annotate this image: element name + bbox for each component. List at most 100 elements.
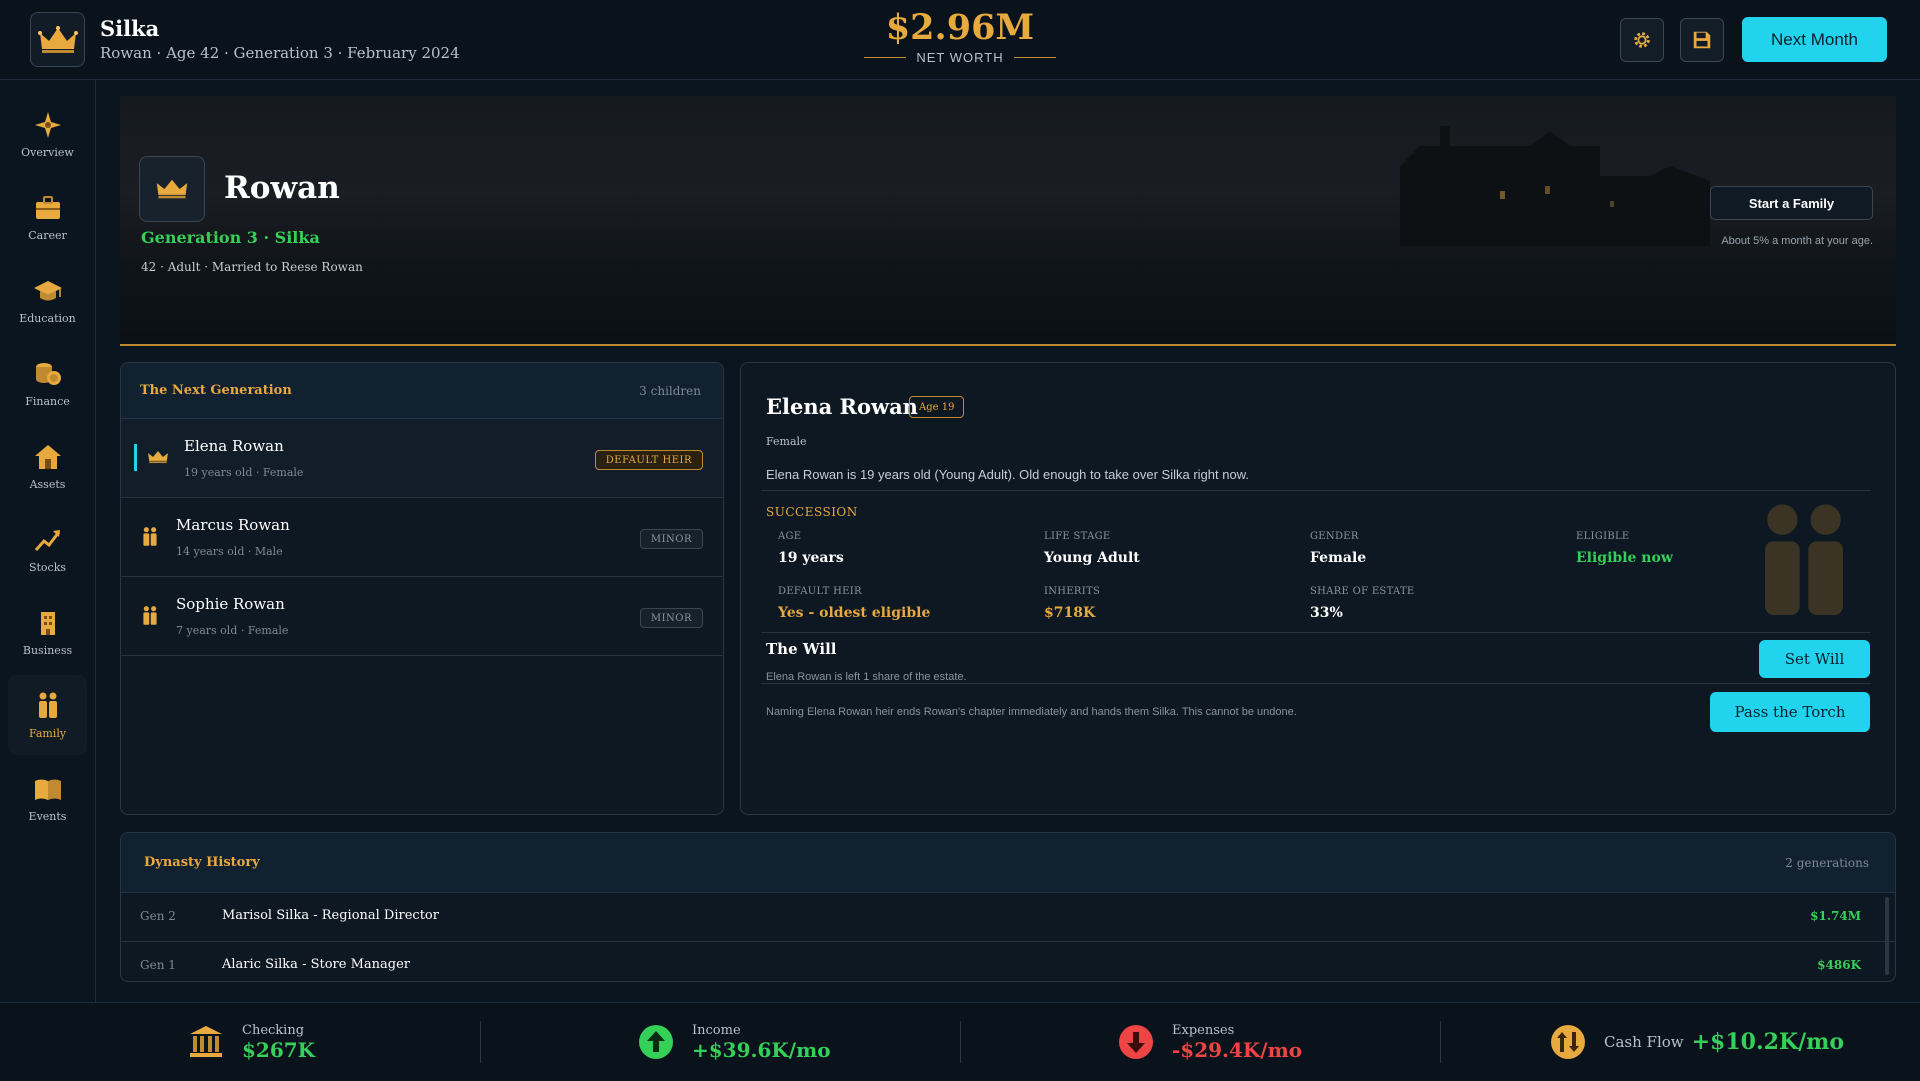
cashflow-label: Cash Flow: [1604, 1033, 1684, 1051]
generation-number: Gen 1: [140, 958, 176, 972]
app-title: Silka: [100, 16, 160, 41]
net-worth-value: $2.96M: [885, 7, 1035, 48]
cashflow-value: +$10.2K/mo: [1691, 1029, 1845, 1055]
nav-label: Career: [28, 228, 67, 242]
age-badge: Age 19: [909, 396, 965, 418]
divider: [480, 1021, 481, 1063]
income-label: Income: [692, 1022, 741, 1038]
start-family-button[interactable]: Start a Family: [1710, 186, 1873, 220]
start-family-note: About 5% a month at your age.: [1721, 235, 1873, 247]
top-bar: Silka Rowan · Age 42 · Generation 3 · Fe…: [0, 0, 1920, 80]
field-value: Female: [1310, 550, 1367, 566]
nav-business[interactable]: Business: [8, 592, 87, 672]
field-value: Young Adult: [1044, 550, 1140, 566]
expenses-label: Expenses: [1172, 1022, 1235, 1038]
generation-label: Generation 3 · Silka: [141, 228, 320, 247]
status-bar: Checking $267K Income +$39.6K/mo Expense…: [0, 1002, 1920, 1080]
field-label: LIFE STAGE: [1044, 531, 1111, 542]
house-icon: [34, 444, 61, 469]
player-avatar: [139, 156, 205, 222]
compass-icon: [34, 111, 61, 138]
field-value: 33%: [1310, 605, 1343, 621]
heir-detail-panel: Elena Rowan Age 19 Female Elena Rowan is…: [740, 362, 1896, 815]
save-button[interactable]: [1680, 18, 1724, 62]
briefcase-icon: [35, 195, 60, 219]
dynasty-row[interactable]: Gen 1 Alaric Silka - Store Manager $486K: [121, 942, 1895, 981]
pass-torch-button[interactable]: Pass the Torch: [1710, 692, 1870, 732]
nav-label: Finance: [25, 394, 70, 408]
cash-flow-icon: [1551, 1025, 1585, 1059]
next-generation-header: The Next Generation 3 children: [121, 363, 723, 419]
sidebar: Overview Career Education Finance Assets…: [0, 80, 96, 1002]
nav-career[interactable]: Career: [8, 177, 87, 257]
heir-gender: Female: [766, 435, 807, 448]
pass-torch-note: Naming Elena Rowan heir ends Rowan's cha…: [766, 706, 1297, 718]
settings-icon: [1634, 32, 1650, 48]
nav-stocks[interactable]: Stocks: [8, 509, 87, 589]
nav-events[interactable]: Events: [8, 758, 87, 838]
child-row-marcus[interactable]: Marcus Rowan 14 years old · Male MINOR: [121, 498, 723, 577]
book-icon: [34, 779, 61, 800]
settings-button[interactable]: [1620, 18, 1664, 62]
nav-education[interactable]: Education: [8, 260, 87, 340]
divider: [960, 1021, 961, 1063]
bank-icon: [190, 1026, 222, 1057]
field-value: $718K: [1044, 605, 1096, 621]
nav-finance[interactable]: Finance: [8, 343, 87, 423]
nav-overview[interactable]: Overview: [8, 94, 87, 174]
trend-up-icon: [34, 529, 60, 551]
child-name: Marcus Rowan: [176, 516, 290, 534]
family-icon: [38, 692, 57, 718]
ancestor-worth: $486K: [1817, 958, 1861, 972]
next-generation-panel: The Next Generation 3 children Elena Row…: [120, 362, 724, 815]
expenses-value: -$29.4K/mo: [1172, 1037, 1303, 1062]
child-row-sophie[interactable]: Sophie Rowan 7 years old · Female MINOR: [121, 577, 723, 656]
field-value: Eligible now: [1576, 550, 1673, 566]
nav-label: Education: [19, 311, 76, 325]
building-icon: [40, 611, 55, 635]
family-icon: [1765, 504, 1843, 615]
nav-label: Business: [22, 643, 73, 657]
field-label: SHARE OF ESTATE: [1310, 586, 1415, 597]
hero-banner: [120, 96, 1896, 346]
nav-family[interactable]: Family: [8, 675, 87, 755]
nav-label: Events: [28, 809, 67, 823]
child-row-elena[interactable]: Elena Rowan 19 years old · Female DEFAUL…: [121, 419, 723, 498]
divider: [761, 490, 1871, 491]
app-subtitle: Rowan · Age 42 · Generation 3 · February…: [100, 44, 460, 62]
family-icon: [143, 606, 157, 625]
cashflow-stat: Cash Flow +$10.2K/mo: [1550, 1003, 1844, 1081]
field-value: Yes - oldest eligible: [778, 605, 931, 621]
heir-description: Elena Rowan is 19 years old (Young Adult…: [766, 467, 1249, 482]
net-worth: $2.96M NET WORTH: [860, 6, 1060, 65]
divider: [1440, 1021, 1441, 1063]
income-value: +$39.6K/mo: [692, 1037, 831, 1062]
nav-assets[interactable]: Assets: [8, 426, 87, 506]
income-stat: Income +$39.6K/mo: [638, 1003, 831, 1081]
field-label: AGE: [778, 531, 802, 542]
crown-icon: [30, 12, 85, 67]
ancestor-name: Marisol Silka - Regional Director: [222, 908, 439, 923]
field-label: INHERITS: [1044, 586, 1101, 597]
heir-name: Elena Rowan: [766, 394, 918, 419]
dynasty-row[interactable]: Gen 2 Marisol Silka - Regional Director …: [121, 893, 1895, 942]
expenses-stat: Expenses -$29.4K/mo: [1118, 1003, 1302, 1081]
selection-indicator: [134, 444, 137, 471]
arrow-up-circle-icon: [639, 1025, 673, 1059]
player-name: Rowan: [224, 170, 340, 206]
family-icon: [143, 527, 157, 546]
divider: [761, 632, 1871, 633]
crown-icon: [156, 179, 188, 199]
succession-title: SUCCESSION: [766, 505, 858, 519]
next-month-button[interactable]: Next Month: [1742, 17, 1887, 62]
nav-label: Family: [28, 726, 67, 740]
panel-title: Dynasty History: [144, 855, 260, 870]
scrollbar[interactable]: [1885, 897, 1889, 975]
field-value: 19 years: [778, 550, 844, 566]
minor-badge: MINOR: [639, 529, 703, 549]
minor-badge: MINOR: [639, 608, 703, 628]
panel-title: The Next Generation: [140, 383, 292, 398]
save-icon: [1693, 31, 1711, 49]
child-meta: 19 years old · Female: [184, 466, 304, 479]
set-will-button[interactable]: Set Will: [1759, 640, 1870, 678]
